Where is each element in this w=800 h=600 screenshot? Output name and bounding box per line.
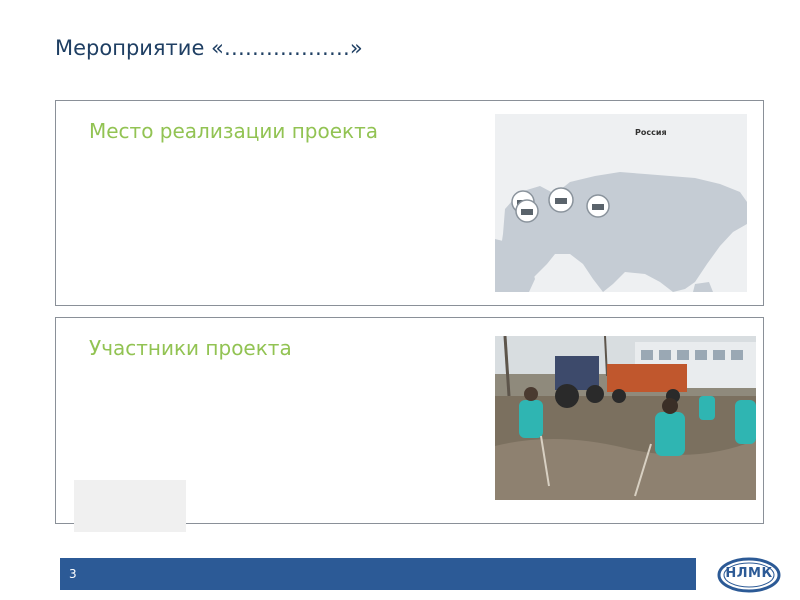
world-map-image: Россия: [495, 114, 747, 292]
participants-panel: Участники проекта: [55, 317, 764, 532]
plant-marker-4: [586, 194, 610, 218]
nlmk-logo: НЛМК: [717, 557, 781, 593]
plant-marker-2: [515, 199, 539, 223]
participants-heading: Участники проекта: [89, 336, 292, 360]
plant-marker-3: [548, 187, 574, 213]
image-placeholder: [74, 480, 186, 532]
location-panel: Место реализации проекта Россия: [55, 100, 764, 306]
map-shapes: [495, 172, 747, 292]
map-country-label: Россия: [635, 128, 667, 137]
photo-shapes: [495, 336, 756, 500]
slide-title: Мероприятие «………………»: [55, 36, 363, 60]
footer-bar: 3: [60, 558, 696, 590]
logo-text: НЛМК: [725, 566, 773, 581]
location-heading: Место реализации проекта: [89, 119, 378, 143]
volunteers-photo: [495, 336, 756, 500]
page-number: 3: [69, 567, 77, 581]
